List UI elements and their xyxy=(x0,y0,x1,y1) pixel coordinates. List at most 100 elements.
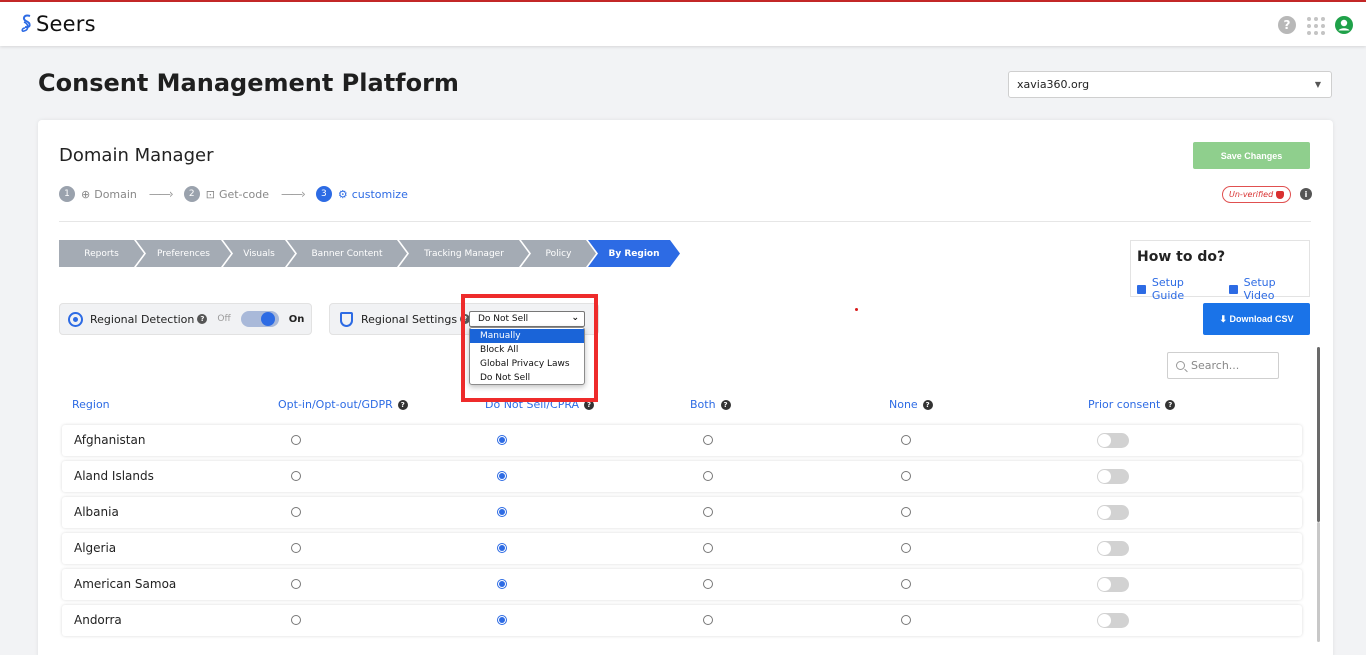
logo-text: Seers xyxy=(36,12,96,36)
radio-gdpr[interactable] xyxy=(291,471,301,481)
regional-settings-select[interactable]: Do Not Sell ⌄ xyxy=(469,311,585,327)
help-icon[interactable]: ? xyxy=(197,314,208,324)
tab-by-region[interactable]: By Region xyxy=(588,240,680,267)
step-customize[interactable]: ⚙ customize xyxy=(338,188,408,201)
column-label: Opt-in/Opt-out/GDPR xyxy=(278,398,393,411)
radio-cpra[interactable] xyxy=(497,471,507,481)
column-label: Prior consent xyxy=(1088,398,1161,411)
regional-detection-label: Regional Detection xyxy=(90,312,195,326)
column-label: Both xyxy=(690,398,716,411)
radio-both[interactable] xyxy=(703,579,713,589)
download-icon: ⬇ xyxy=(1219,313,1227,324)
radio-both[interactable] xyxy=(703,435,713,445)
domain-select[interactable]: xavia360.org ▼ xyxy=(1008,71,1332,98)
tab-tracking-manager[interactable]: Tracking Manager xyxy=(399,240,529,267)
user-account-icon[interactable] xyxy=(1334,15,1354,35)
arrow-right-icon: ——› xyxy=(148,187,174,201)
tab-visuals[interactable]: Visuals xyxy=(223,240,295,267)
setup-guide-link[interactable]: Setup Guide xyxy=(1137,276,1219,302)
column-header-gdpr: Opt-in/Opt-out/GDPR ? xyxy=(278,398,408,411)
tab-banner-content[interactable]: Banner Content xyxy=(287,240,407,267)
radio-both[interactable] xyxy=(703,543,713,553)
search-input[interactable]: Search... xyxy=(1167,352,1279,379)
step-domain-label: Domain xyxy=(94,187,137,201)
table-row: Andorra xyxy=(62,605,1302,636)
setup-video-label: Setup Video xyxy=(1243,276,1276,302)
save-changes-button[interactable]: Save Changes xyxy=(1193,142,1310,169)
radio-gdpr[interactable] xyxy=(291,507,301,517)
help-icon[interactable]: ? xyxy=(397,399,408,410)
step-customize-label: customize xyxy=(351,187,408,201)
region-name: Afghanistan xyxy=(74,433,146,447)
step-domain[interactable]: ⊕ Domain xyxy=(81,188,137,201)
radio-none[interactable] xyxy=(901,579,911,589)
scrollbar-thumb[interactable] xyxy=(1317,347,1320,522)
radio-none[interactable] xyxy=(901,435,911,445)
column-header-region: Region xyxy=(72,398,110,411)
radio-cpra[interactable] xyxy=(497,579,507,589)
regional-settings-label: Regional Settings xyxy=(361,312,458,326)
radio-gdpr[interactable] xyxy=(291,579,301,589)
region-name: Aland Islands xyxy=(74,469,154,483)
prior-consent-toggle[interactable] xyxy=(1097,433,1129,448)
prior-consent-toggle[interactable] xyxy=(1097,577,1129,592)
prior-consent-toggle[interactable] xyxy=(1097,613,1129,628)
tab-policy[interactable]: Policy xyxy=(521,240,596,267)
radio-both[interactable] xyxy=(703,471,713,481)
radio-gdpr[interactable] xyxy=(291,615,301,625)
seers-logo[interactable]: Seers xyxy=(20,12,96,36)
help-icon[interactable]: ? xyxy=(720,399,731,410)
help-icon[interactable]: ? xyxy=(922,399,933,410)
prior-consent-toggle[interactable] xyxy=(1097,505,1129,520)
prior-consent-toggle[interactable] xyxy=(1097,541,1129,556)
download-csv-button[interactable]: ⬇ Download CSV xyxy=(1203,303,1310,335)
option-global-privacy-laws[interactable]: Global Privacy Laws xyxy=(470,357,584,371)
seers-logo-icon xyxy=(21,14,31,32)
help-icon[interactable]: ? xyxy=(1278,16,1296,34)
radio-none[interactable] xyxy=(901,615,911,625)
table-row: American Samoa xyxy=(62,569,1302,600)
regional-detection-control: Regional Detection ? Off On xyxy=(59,303,312,335)
radio-both[interactable] xyxy=(703,615,713,625)
radio-both[interactable] xyxy=(703,507,713,517)
radio-gdpr[interactable] xyxy=(291,543,301,553)
video-icon xyxy=(1228,284,1238,294)
shield-icon xyxy=(1276,190,1285,199)
regional-detection-toggle[interactable] xyxy=(240,311,279,327)
option-manually[interactable]: Manually xyxy=(470,329,584,343)
table-header: Region Opt-in/Opt-out/GDPR ? Do Not Sell… xyxy=(62,398,1302,414)
status-badge: Un-verified xyxy=(1222,186,1292,203)
radio-gdpr[interactable] xyxy=(291,435,301,445)
radio-cpra[interactable] xyxy=(497,543,507,553)
scrollbar-track[interactable] xyxy=(1317,522,1320,642)
help-icon[interactable]: ? xyxy=(1165,399,1176,410)
cursor-dot xyxy=(855,308,858,311)
step-number-2: 2 xyxy=(183,186,200,202)
arrow-right-icon: ——› xyxy=(281,187,306,201)
setup-video-link[interactable]: Setup Video xyxy=(1228,276,1309,302)
page-title: Consent Management Platform xyxy=(38,69,459,97)
tab-reports[interactable]: Reports xyxy=(59,240,144,267)
gear-icon: ⚙ xyxy=(337,187,348,201)
download-csv-label: Download CSV xyxy=(1229,313,1294,324)
divider xyxy=(59,221,1311,222)
prior-consent-toggle[interactable] xyxy=(1097,469,1129,484)
radio-none[interactable] xyxy=(901,543,911,553)
option-block-all[interactable]: Block All xyxy=(470,343,584,357)
step-get-code[interactable]: ⊡ Get-code xyxy=(206,188,269,201)
setup-steps: 1 ⊕ Domain ——› 2 ⊡ Get-code ——› 3 ⚙ cust… xyxy=(59,186,408,202)
tab-preferences[interactable]: Preferences xyxy=(136,240,231,267)
radio-none[interactable] xyxy=(901,507,911,517)
option-do-not-sell[interactable]: Do Not Sell xyxy=(470,371,584,385)
toggle-on-label: On xyxy=(288,313,305,325)
table-row: Afghanistan xyxy=(62,425,1302,456)
region-name: Andorra xyxy=(74,613,122,627)
radio-cpra[interactable] xyxy=(497,435,507,445)
radio-none[interactable] xyxy=(901,471,911,481)
card-title: Domain Manager xyxy=(59,145,214,166)
info-icon[interactable]: i xyxy=(1300,188,1312,200)
regional-settings-selected: Do Not Sell xyxy=(478,314,529,324)
radio-cpra[interactable] xyxy=(497,615,507,625)
apps-grid-icon[interactable] xyxy=(1306,16,1325,35)
radio-cpra[interactable] xyxy=(497,507,507,517)
